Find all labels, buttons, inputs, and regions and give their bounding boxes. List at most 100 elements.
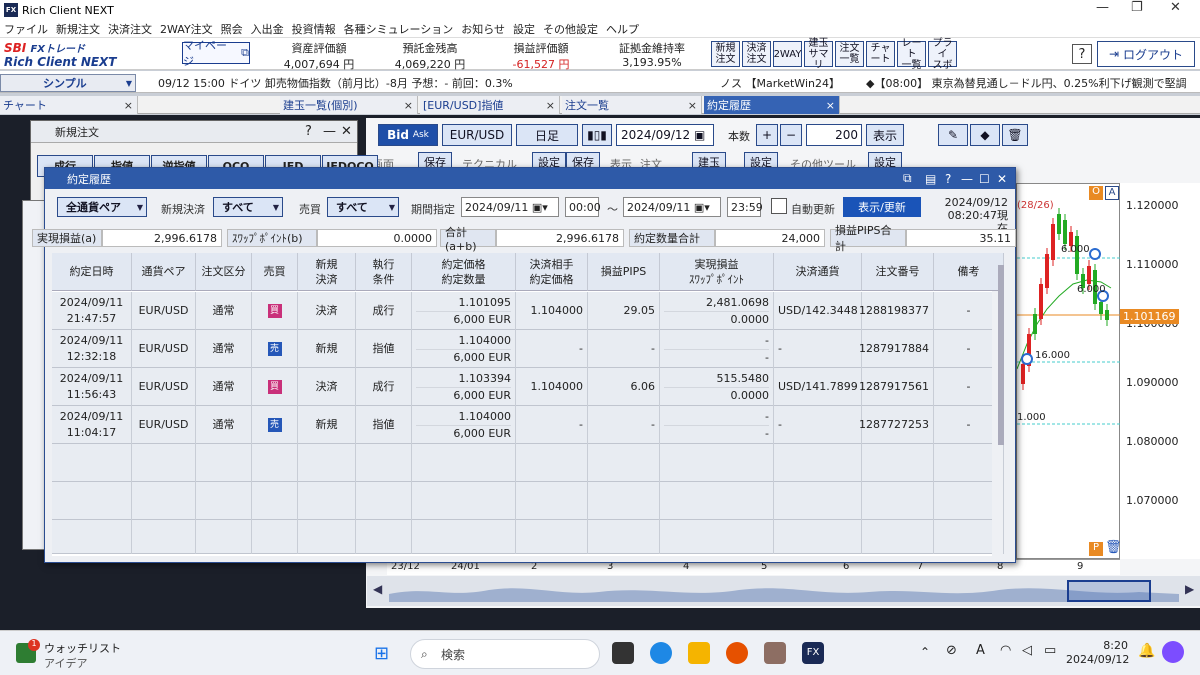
wifi-icon[interactable]: ◠ bbox=[1000, 643, 1011, 658]
task-view-icon[interactable] bbox=[612, 642, 634, 664]
quick-tool-button[interactable]: 注文 一覧 bbox=[835, 41, 864, 67]
chart-o-icon[interactable]: O bbox=[1089, 186, 1103, 200]
chart-date-field[interactable]: 2024/09/12 ▣ bbox=[616, 124, 714, 146]
column-header[interactable]: 注文区分 bbox=[196, 253, 252, 291]
from-time-input[interactable]: 00:00 bbox=[565, 197, 601, 217]
close-icon[interactable]: ✕ bbox=[997, 172, 1007, 186]
minimize-icon[interactable]: — bbox=[961, 172, 973, 186]
help-icon[interactable]: ? bbox=[305, 124, 312, 139]
minimize-icon[interactable]: — bbox=[1096, 0, 1109, 15]
csv-icon[interactable]: ▤ bbox=[925, 172, 936, 186]
from-date-input[interactable]: 2024/09/11 ▣▾ bbox=[461, 197, 559, 217]
fx-app-icon[interactable]: FX bbox=[802, 642, 824, 664]
table-row[interactable]: 2024/09/11 12:32:18 EUR/USD 通常 売 新規 指値 1.104000… bbox=[52, 330, 1004, 368]
watchlist-label[interactable]: ウォッチリスト bbox=[44, 640, 121, 656]
workspace-tab[interactable]: 約定履歴 × bbox=[704, 96, 840, 114]
help-icon[interactable]: ? bbox=[945, 172, 951, 186]
column-header[interactable]: 約定価格 約定数量 bbox=[412, 253, 516, 291]
column-header[interactable]: 損益PIPS bbox=[588, 253, 660, 291]
refresh-button[interactable]: 表示/更新 bbox=[843, 197, 921, 217]
system-clock[interactable]: 8:20 2024/09/12 bbox=[1066, 639, 1129, 667]
pair-filter-select[interactable]: 全通貨ペア bbox=[57, 197, 147, 217]
count-minus-button[interactable]: − bbox=[780, 124, 802, 146]
trash-icon[interactable]: 🗑 bbox=[1002, 124, 1028, 146]
bell-icon[interactable]: 🔔 bbox=[1138, 643, 1155, 659]
table-row[interactable]: 2024/09/11 21:47:57 EUR/USD 通常 買 決済 成行 1.101095… bbox=[52, 292, 1004, 330]
workspace-tab[interactable]: [EUR/USD]指値 × bbox=[420, 96, 560, 114]
count-input[interactable]: 200 bbox=[806, 124, 862, 146]
column-header[interactable]: 決済相手 約定価格 bbox=[516, 253, 588, 291]
chevron-up-icon[interactable]: ⌃ bbox=[920, 645, 930, 659]
close-icon[interactable]: × bbox=[124, 99, 133, 112]
column-header[interactable]: 約定日時 bbox=[52, 253, 132, 291]
to-time-input[interactable]: 23:59 bbox=[727, 197, 763, 217]
auto-refresh-checkbox[interactable] bbox=[771, 198, 787, 214]
edge-icon[interactable] bbox=[650, 642, 672, 664]
app-icon[interactable] bbox=[764, 642, 786, 664]
maximize-icon[interactable]: ❐ bbox=[1131, 0, 1143, 15]
close-icon[interactable]: × bbox=[404, 99, 413, 112]
menu-item[interactable]: 決済注文 bbox=[108, 21, 152, 37]
taskbar-search[interactable]: ⌕ 検索 bbox=[410, 639, 600, 669]
menu-item[interactable]: 照会 bbox=[221, 21, 243, 37]
column-header[interactable]: 新規 決済 bbox=[298, 253, 356, 291]
settle-filter-select[interactable]: すべて bbox=[213, 197, 283, 217]
order-marker-icon[interactable] bbox=[1021, 353, 1033, 365]
news-item[interactable]: ◆【08:00】 東京為替見通し－ドル円、0.25%利下げ観測で堅調 bbox=[866, 75, 1187, 91]
column-header[interactable]: 通貨ペア bbox=[132, 253, 196, 291]
quick-tool-button[interactable]: 建玉 サマリ bbox=[804, 38, 833, 71]
mypage-button[interactable]: マイページ ⧉ bbox=[182, 39, 250, 68]
chart-show-button[interactable]: 表示 bbox=[866, 124, 904, 146]
quick-tool-button[interactable]: レート 一覧 bbox=[897, 38, 926, 71]
menu-item[interactable]: 入出金 bbox=[251, 21, 284, 37]
help-button[interactable]: ? bbox=[1072, 44, 1092, 64]
close-icon[interactable]: × bbox=[546, 99, 555, 112]
candle-type-icon[interactable]: ▮▯▮ bbox=[582, 124, 612, 146]
workspace-tab[interactable]: チャート × bbox=[0, 96, 138, 114]
scroll-left-icon[interactable]: ◀ bbox=[373, 582, 382, 596]
table-row[interactable]: 2024/09/11 11:04:17 EUR/USD 通常 売 新規 指値 1.104000… bbox=[52, 406, 1004, 444]
menu-item[interactable]: その他設定 bbox=[543, 21, 598, 37]
table-scrollbar[interactable] bbox=[998, 265, 1004, 445]
maximize-icon[interactable]: ☐ bbox=[979, 172, 990, 186]
column-header[interactable]: 注文番号 bbox=[862, 253, 934, 291]
chart-a-icon[interactable]: A bbox=[1105, 186, 1119, 200]
pair-select[interactable]: EUR/USD bbox=[442, 124, 512, 146]
column-header[interactable]: 備考 bbox=[934, 253, 1004, 291]
link-icon[interactable]: ⧉ bbox=[903, 171, 912, 186]
menu-item[interactable]: 各種シミュレーション bbox=[344, 21, 454, 37]
explorer-icon[interactable] bbox=[688, 642, 710, 664]
quick-tool-button[interactable]: 2WAY bbox=[773, 41, 802, 67]
menu-item[interactable]: お知らせ bbox=[461, 21, 505, 37]
close-icon[interactable]: × bbox=[826, 99, 835, 112]
quick-tool-button[interactable]: プライ スボ bbox=[928, 38, 957, 71]
network-off-icon[interactable]: ⊘ bbox=[946, 643, 957, 658]
chart-p-icon[interactable]: P bbox=[1089, 542, 1103, 556]
pen-icon[interactable]: ✎ bbox=[938, 124, 968, 146]
close-icon[interactable]: ✕ bbox=[1170, 0, 1181, 15]
copilot-icon[interactable] bbox=[1162, 641, 1184, 663]
side-filter-select[interactable]: すべて bbox=[327, 197, 399, 217]
close-icon[interactable]: ✕ bbox=[341, 124, 352, 139]
column-header[interactable]: 実現損益 ｽﾜｯﾌﾟﾎﾟｲﾝﾄ bbox=[660, 253, 774, 291]
quick-tool-button[interactable]: 決済 注文 bbox=[742, 41, 771, 67]
order-marker-icon[interactable] bbox=[1089, 248, 1101, 260]
eraser-icon[interactable]: ◆ bbox=[970, 124, 1000, 146]
news-item[interactable]: ノス 【MarketWin24】 bbox=[720, 75, 840, 91]
menu-item[interactable]: 投資情報 bbox=[292, 21, 336, 37]
column-header[interactable]: 売買 bbox=[252, 253, 298, 291]
chart-plot[interactable]: 6.000 16.000 6.000 1.000 (28/26) O A P 🗑 bbox=[1016, 183, 1122, 559]
mode-select[interactable]: シンプル ▼ bbox=[0, 74, 136, 92]
bid-ask-toggle[interactable]: Bid Ask bbox=[378, 124, 438, 146]
news-item[interactable]: 09/12 15:00 ドイツ 卸売物価指数（前月比）-8月 予想：- 前回：0… bbox=[158, 75, 513, 91]
menu-item[interactable]: 新規注文 bbox=[56, 21, 100, 37]
volume-icon[interactable]: ◁ bbox=[1022, 643, 1032, 658]
windows-start-icon[interactable]: ⊞ bbox=[374, 643, 389, 664]
column-header[interactable]: 執行 条件 bbox=[356, 253, 412, 291]
menu-item[interactable]: ヘルプ bbox=[606, 21, 639, 37]
ime-indicator[interactable]: A bbox=[976, 643, 985, 658]
menu-item[interactable]: 設定 bbox=[513, 21, 535, 37]
quick-tool-button[interactable]: 新規 注文 bbox=[711, 41, 740, 67]
workspace-tab[interactable]: 建玉一覧(個別) × bbox=[280, 96, 418, 114]
table-row[interactable]: 2024/09/11 11:56:43 EUR/USD 通常 買 決済 成行 1.103394… bbox=[52, 368, 1004, 406]
